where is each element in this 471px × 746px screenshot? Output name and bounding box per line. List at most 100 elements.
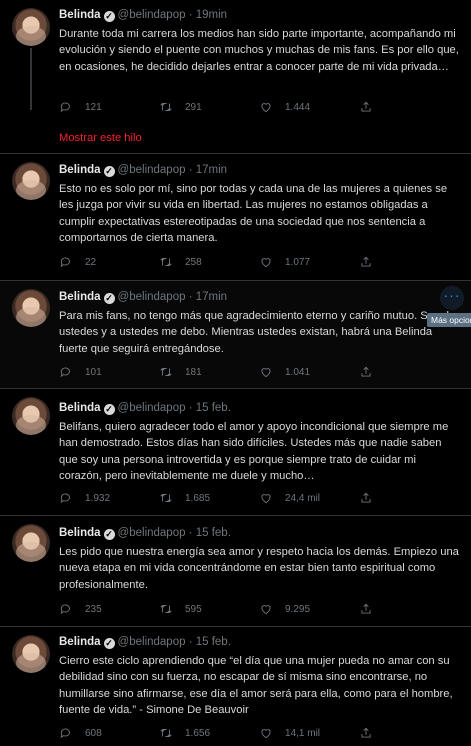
tweet-header: Belinda ✓ @belindapop · 17min: [59, 164, 228, 177]
like-button[interactable]: 1.041: [259, 365, 310, 379]
reply-button[interactable]: 608: [59, 726, 102, 740]
retweet-count: 258: [185, 256, 202, 268]
reply-button[interactable]: 235: [59, 602, 102, 616]
verified-badge-icon: ✓: [103, 293, 115, 304]
avatar[interactable]: [12, 397, 50, 435]
like-button[interactable]: 9.295: [259, 602, 310, 616]
timestamp[interactable]: 19min: [196, 9, 227, 21]
show-thread-link[interactable]: Mostrar este hilo: [59, 132, 142, 144]
verified-badge-icon: ✓: [103, 11, 115, 22]
retweet-icon: [160, 493, 172, 503]
tweet-header: Belinda ✓ @belindapop · 15 feb.: [59, 402, 231, 415]
heart-icon: [261, 368, 271, 378]
tweet[interactable]: Belinda ✓ @belindapop · 17min Esto no es s…: [0, 154, 471, 280]
tweet-text: Esto no es solo por mí, sino por todas y…: [59, 183, 448, 244]
handle[interactable]: @belindapop: [118, 527, 186, 539]
retweet-button[interactable]: 1.685: [159, 491, 210, 505]
share-button[interactable]: [359, 726, 373, 740]
heart-icon: [261, 103, 271, 113]
tweet[interactable]: Belinda ✓ @belindapop · 15 feb. Belifans, …: [0, 389, 471, 515]
avatar[interactable]: [12, 524, 50, 562]
timestamp[interactable]: 15 feb.: [196, 402, 231, 414]
share-icon: [361, 492, 371, 503]
reply-icon: [60, 493, 70, 504]
avatar[interactable]: [12, 289, 50, 327]
reply-icon: [60, 604, 70, 615]
thread-line: [30, 48, 32, 110]
like-button[interactable]: 24,4 mil: [259, 491, 320, 505]
tweet-header: Belinda ✓ @belindapop · 15 feb.: [59, 636, 231, 649]
avatar[interactable]: [12, 635, 50, 673]
retweet-button[interactable]: 258: [159, 255, 202, 269]
tweet-text: Les pido que nuestra energía sea amor y …: [59, 546, 459, 591]
more-options-tooltip: Más opciones: [427, 313, 471, 327]
like-button[interactable]: 1.444: [259, 100, 310, 114]
timestamp[interactable]: 17min: [196, 291, 227, 303]
reply-icon: [60, 257, 70, 268]
more-options-button[interactable]: ···: [440, 286, 464, 310]
timestamp[interactable]: 15 feb.: [196, 636, 231, 648]
display-name[interactable]: Belinda: [59, 636, 101, 648]
share-button[interactable]: [359, 100, 373, 114]
share-button[interactable]: [359, 491, 373, 505]
like-button[interactable]: 1.077: [259, 255, 310, 269]
more-icon: ···: [443, 287, 461, 303]
heart-icon: [261, 605, 271, 615]
share-icon: [361, 366, 371, 377]
share-button[interactable]: [359, 602, 373, 616]
display-name[interactable]: Belinda: [59, 9, 101, 21]
avatar[interactable]: [12, 8, 50, 46]
tweet-text: Belifans, quiero agradecer todo el amor …: [59, 421, 449, 482]
tweet-actions: 121 291 1.444: [59, 100, 459, 116]
reply-icon: [60, 728, 70, 739]
retweet-button[interactable]: 595: [159, 602, 202, 616]
retweet-button[interactable]: 1.656: [159, 726, 210, 740]
timestamp[interactable]: 15 feb.: [196, 527, 231, 539]
handle[interactable]: @belindapop: [118, 402, 186, 414]
tweet-header: Belinda ✓ @belindapop · 19min: [59, 9, 228, 22]
reply-count: 22: [85, 256, 97, 268]
avatar[interactable]: [12, 162, 50, 200]
like-count: 9.295: [285, 603, 311, 615]
reply-button[interactable]: 22: [59, 255, 96, 269]
display-name[interactable]: Belinda: [59, 291, 101, 303]
tweet-text: Durante toda mi carrera los medios han s…: [59, 28, 459, 73]
display-name[interactable]: Belinda: [59, 402, 101, 414]
handle[interactable]: @belindapop: [118, 164, 186, 176]
tweet[interactable]: Belinda ✓ @belindapop · 15 feb. Les pido q…: [0, 516, 471, 626]
tweet-actions: 101 181 1.041: [59, 365, 459, 381]
like-button[interactable]: 14,1 mil: [259, 726, 320, 740]
tweet-actions: 235 595 9.295: [59, 602, 459, 618]
share-button[interactable]: [359, 365, 373, 379]
tweet[interactable]: Belinda ✓ @belindapop · 19min Durante toda…: [0, 0, 471, 124]
retweet-button[interactable]: 291: [159, 100, 202, 114]
retweet-button[interactable]: 181: [159, 365, 202, 379]
reply-button[interactable]: 1.932: [59, 491, 110, 505]
tweet-text: Para mis fans, no tengo más que agradeci…: [59, 310, 456, 355]
tweet[interactable]: Belinda ✓ @belindapop · 17min ··· Para mis…: [0, 281, 471, 388]
retweet-icon: [160, 257, 172, 267]
reply-button[interactable]: 101: [59, 365, 102, 379]
heart-icon: [261, 258, 271, 268]
reply-button[interactable]: 121: [59, 100, 102, 114]
heart-icon: [261, 729, 271, 739]
like-count: 1.041: [285, 366, 311, 378]
share-icon: [361, 603, 371, 614]
retweet-icon: [160, 604, 172, 614]
like-count: 1.077: [285, 256, 311, 268]
retweet-icon: [160, 728, 172, 738]
handle[interactable]: @belindapop: [118, 636, 186, 648]
display-name[interactable]: Belinda: [59, 527, 101, 539]
reply-icon: [60, 367, 70, 378]
handle[interactable]: @belindapop: [118, 9, 186, 21]
handle[interactable]: @belindapop: [118, 291, 186, 303]
tweet[interactable]: Belinda ✓ @belindapop · 15 feb. Cierro est…: [0, 627, 471, 746]
heart-icon: [261, 494, 271, 504]
retweet-icon: [160, 102, 172, 112]
share-button[interactable]: [359, 255, 373, 269]
display-name[interactable]: Belinda: [59, 164, 101, 176]
reply-count: 121: [85, 101, 102, 113]
retweet-count: 181: [185, 366, 202, 378]
like-count: 24,4 mil: [285, 492, 321, 504]
timestamp[interactable]: 17min: [196, 164, 227, 176]
